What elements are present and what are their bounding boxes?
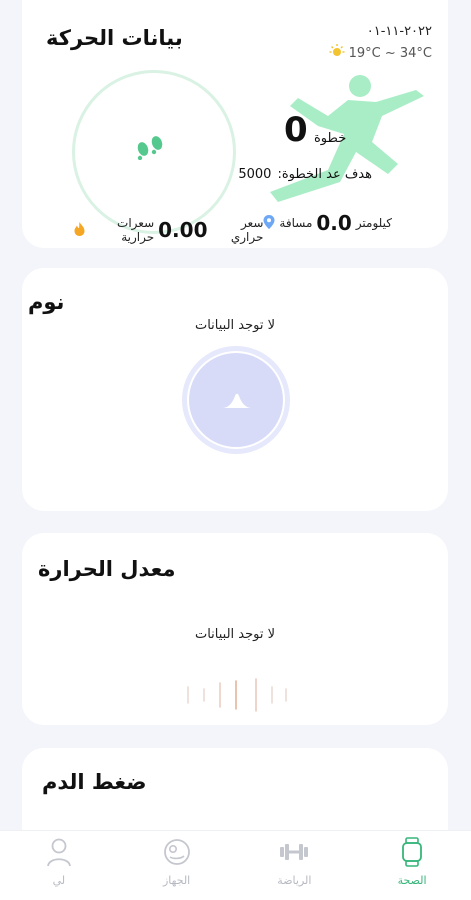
heart-rate-card[interactable]: معدل الحرارة لا توجد البيانات xyxy=(22,533,448,725)
goal-label: هدف عد الخطوة: xyxy=(277,167,372,182)
dumbbell-icon xyxy=(278,837,310,870)
location-pin-icon xyxy=(263,214,275,232)
sleep-hat-icon xyxy=(220,392,254,414)
tab-device-label: الجهاز xyxy=(163,874,191,887)
steps-unit: خطوة xyxy=(314,131,347,146)
date-label: ٢٠٢٢-١١-٠١ xyxy=(366,24,432,39)
heart-rate-no-data: لا توجد البيانات xyxy=(194,627,276,642)
activity-card[interactable]: بيانات الحركة ٢٠٢٢-١١-٠١ 19°C ~ 34°C 0 خ… xyxy=(22,0,448,248)
goal-value: 5000 xyxy=(238,167,272,182)
watch-icon xyxy=(399,837,425,870)
sun-icon xyxy=(329,44,345,62)
distance-stat: كيلومتر 0.0 مسافة xyxy=(263,211,392,235)
tab-health[interactable]: الصحة xyxy=(372,837,452,887)
tab-sport[interactable]: الرياضة xyxy=(254,837,334,887)
tab-sport-label: الرياضة xyxy=(277,874,312,887)
device-icon xyxy=(162,837,192,870)
tab-me[interactable]: لي xyxy=(19,837,99,887)
tab-device[interactable]: الجهاز xyxy=(137,837,217,887)
footprints-icon xyxy=(134,134,168,164)
activity-stats: كيلومتر 0.0 مسافة سعر حراري 0.00 سعرات ح… xyxy=(74,211,392,244)
tab-health-label: الصحة xyxy=(397,874,427,887)
sleep-no-data: لا توجد البيانات xyxy=(194,318,276,333)
blood-pressure-title: ضغط الدم xyxy=(42,770,147,794)
flame-icon xyxy=(74,221,85,239)
heartbeat-wave-icon xyxy=(182,675,292,719)
bottom-tab-bar: لي الجهاز الرياضة الصحة xyxy=(0,830,471,900)
distance-label: مسافة xyxy=(279,216,313,230)
sleep-title: نوم xyxy=(28,290,65,314)
sleep-card[interactable]: نوم لا توجد البيانات xyxy=(22,268,448,511)
activity-title: بيانات الحركة xyxy=(46,26,183,50)
distance-unit: كيلومتر xyxy=(355,216,392,230)
tab-me-label: لي xyxy=(52,874,66,887)
steps-count: 0 xyxy=(284,110,308,150)
calories-unit: سعر حراري xyxy=(230,216,264,244)
distance-value: 0.0 xyxy=(316,211,352,235)
weather-range: 19°C ~ 34°C xyxy=(348,45,432,61)
weather: 19°C ~ 34°C xyxy=(329,44,432,62)
calories-stat: سعر حراري 0.00 سعرات حرارية xyxy=(74,216,263,244)
person-icon xyxy=(46,837,72,870)
calories-label: سعرات حرارية xyxy=(117,216,155,244)
step-goal: هدف عد الخطوة: 5000 xyxy=(238,167,372,182)
heart-rate-title: معدل الحرارة xyxy=(38,557,176,581)
calories-value: 0.00 xyxy=(158,218,208,242)
